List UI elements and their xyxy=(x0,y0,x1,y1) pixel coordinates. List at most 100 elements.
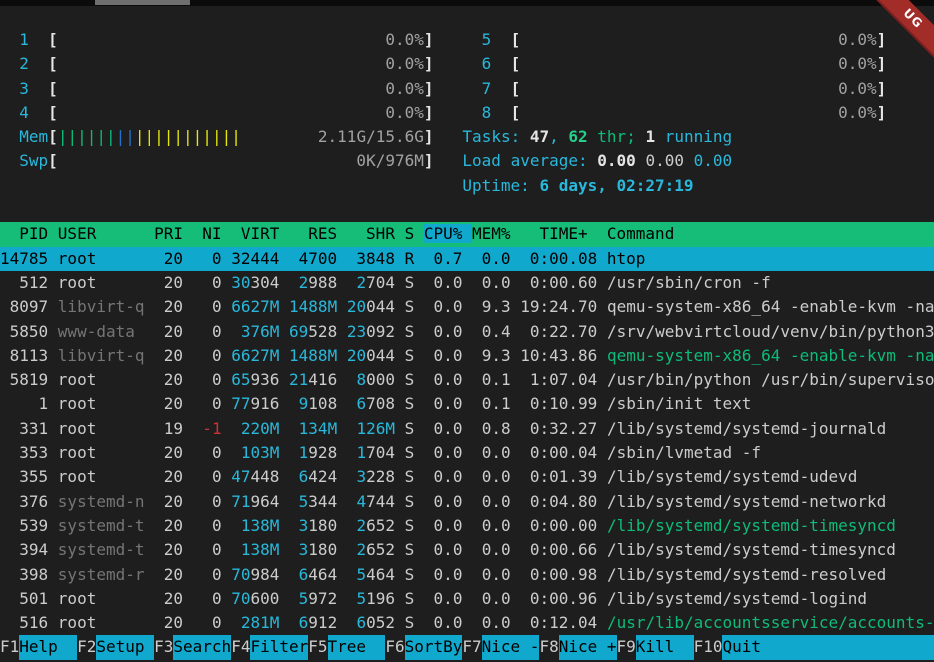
fkey-f4-filter[interactable]: Filter xyxy=(250,635,308,659)
meter-bracket: ] xyxy=(424,151,434,170)
column-header-time[interactable]: TIME+ xyxy=(520,224,607,243)
column-header-ni[interactable]: NI xyxy=(193,224,232,243)
memory-value: 744 xyxy=(366,492,395,511)
fkey-f7-key[interactable]: F7 xyxy=(462,637,481,656)
process-nice: 0 xyxy=(193,589,222,608)
memory-value-mb: 6 xyxy=(347,613,366,632)
process-stats: S 0.0 0.0 0:00.66 xyxy=(395,540,607,559)
cpu-meter-label: 4 xyxy=(19,103,29,122)
process-priority: 19 xyxy=(145,419,193,438)
text-segment xyxy=(337,346,347,365)
memory-value-mb: 2 xyxy=(347,540,366,559)
process-command: qemu-system-x86_64 -enable-kvm -na xyxy=(607,297,934,316)
process-row-text: 14785 root 20 0 32444 4700 3848 R 0.7 0.… xyxy=(0,249,645,268)
meter-bracket: [ xyxy=(511,103,521,122)
process-row[interactable]: 398 systemd-r 20 0 70984 6464 5464 S 0.0… xyxy=(0,563,934,587)
fkey-f5-tree[interactable]: Tree xyxy=(328,635,386,659)
process-pid: 8097 xyxy=(0,297,58,316)
window-tab-fragment[interactable] xyxy=(95,0,190,5)
memory-value-mb: 3 xyxy=(289,540,308,559)
process-command: /lib/systemd/systemd-resolved xyxy=(607,565,886,584)
fkey-f5-key[interactable]: F5 xyxy=(308,637,327,656)
meter-bracket: [ xyxy=(48,103,58,122)
process-row[interactable]: 355 root 20 0 47448 6424 3228 S 0.0 0.0 … xyxy=(0,465,934,489)
process-row[interactable]: 1 root 20 0 77916 9108 6708 S 0.0 0.1 0:… xyxy=(0,392,934,416)
process-user: root xyxy=(58,394,145,413)
column-header-s[interactable]: S xyxy=(405,224,424,243)
cpu-meter-value: 0.0% xyxy=(58,79,424,98)
fkey-f1-help[interactable]: Help xyxy=(19,635,77,659)
fkey-f10-quit[interactable]: Quit xyxy=(722,635,934,659)
process-stats: S 0.0 0.0 0:00.60 xyxy=(395,273,607,292)
process-nice: 0 xyxy=(193,443,222,462)
fkey-f4-key[interactable]: F4 xyxy=(231,637,250,656)
swap-meter-label: Swp xyxy=(19,151,48,170)
column-header-shr[interactable]: SHR xyxy=(347,224,405,243)
process-pid: 501 xyxy=(0,589,58,608)
text-segment xyxy=(337,492,347,511)
process-priority: 20 xyxy=(145,346,193,365)
fkey-f9-key[interactable]: F9 xyxy=(617,637,636,656)
text-segment xyxy=(337,419,347,438)
fkey-f2-setup[interactable]: Setup xyxy=(96,635,154,659)
process-user: root xyxy=(58,467,145,486)
process-row[interactable]: 539 systemd-t 20 0 138M 3180 2652 S 0.0 … xyxy=(0,514,934,538)
column-header-pri[interactable]: PRI xyxy=(154,224,193,243)
process-nice: 0 xyxy=(193,346,222,365)
fkey-f3-key[interactable]: F3 xyxy=(154,637,173,656)
meter-bracket: [ xyxy=(48,79,58,98)
process-row[interactable]: 376 systemd-n 20 0 71964 5344 4744 S 0.0… xyxy=(0,490,934,514)
process-priority: 20 xyxy=(145,443,193,462)
process-command: /sbin/init text xyxy=(607,394,752,413)
column-header-mem[interactable]: MEM% xyxy=(472,224,520,243)
column-header-command[interactable]: Command xyxy=(607,224,674,243)
memory-value-mb: 21 xyxy=(289,370,308,389)
fkey-f6-key[interactable]: F6 xyxy=(385,637,404,656)
process-row[interactable]: 512 root 20 0 30304 2988 2704 S 0.0 0.0 … xyxy=(0,271,934,295)
mem-meter-value: 2.11G/15.6G xyxy=(241,127,424,146)
process-row[interactable]: 5850 www-data 20 0 376M 69528 23092 S 0.… xyxy=(0,320,934,344)
memory-value-mb: 20 xyxy=(347,346,366,365)
memory-value: 044 xyxy=(366,346,395,365)
process-user: root xyxy=(58,443,145,462)
process-command: /lib/systemd/systemd-timesyncd xyxy=(607,540,896,559)
process-row[interactable]: 394 systemd-t 20 0 138M 3180 2652 S 0.0 … xyxy=(0,538,934,562)
process-row-selected[interactable]: 14785 root 20 0 32444 4700 3848 R 0.7 0.… xyxy=(0,247,934,271)
meter-bracket: ] xyxy=(877,103,887,122)
process-row[interactable]: 8097 libvirt-q 20 0 6627M 1488M 20044 S … xyxy=(0,295,934,319)
process-user: systemd-n xyxy=(58,492,145,511)
process-command: /lib/systemd/systemd-udevd xyxy=(607,467,857,486)
column-header-pid[interactable]: PID xyxy=(0,224,58,243)
process-row[interactable]: 353 root 20 0 103M 1928 1704 S 0.0 0.0 0… xyxy=(0,441,934,465)
text-segment xyxy=(337,322,347,341)
fkey-f8-key[interactable]: F8 xyxy=(539,637,558,656)
text-segment xyxy=(434,79,463,98)
column-header-res[interactable]: RES xyxy=(289,224,347,243)
fkey-f8-nice[interactable]: Nice + xyxy=(559,635,617,659)
text-segment xyxy=(636,151,646,170)
process-row[interactable]: 331 root 19 -1 220M 134M 126M S 0.0 0.8 … xyxy=(0,417,934,441)
column-header-cpu[interactable]: CPU% xyxy=(424,224,472,243)
process-row[interactable]: 501 root 20 0 70600 5972 5196 S 0.0 0.0 … xyxy=(0,587,934,611)
process-row[interactable]: 5819 root 20 0 65936 21416 8000 S 0.0 0.… xyxy=(0,368,934,392)
text-segment xyxy=(279,370,289,389)
fkey-f1-key[interactable]: F1 xyxy=(0,637,19,656)
swap-meter: Swp[ 0K/976M] xyxy=(0,151,434,170)
fkey-f2-key[interactable]: F2 xyxy=(77,637,96,656)
process-row[interactable]: 516 root 20 0 281M 6912 6052 S 0.0 0.0 0… xyxy=(0,611,934,635)
fkey-f3-search[interactable]: Search xyxy=(173,635,231,659)
column-header-virt[interactable]: VIRT xyxy=(231,224,289,243)
fkey-f6-sortby[interactable]: SortBy xyxy=(405,635,463,659)
fkey-f7-nice[interactable]: Nice - xyxy=(482,635,540,659)
text-segment xyxy=(279,467,289,486)
fkey-f9-kill[interactable]: Kill xyxy=(636,635,694,659)
process-user: root xyxy=(58,419,145,438)
process-row[interactable]: 8113 libvirt-q 20 0 6627M 1488M 20044 S … xyxy=(0,344,934,368)
load-average-1min: 0.00 xyxy=(597,151,636,170)
process-user: root xyxy=(58,589,145,608)
process-priority: 20 xyxy=(145,565,193,584)
fkey-f10-key[interactable]: F10 xyxy=(694,637,723,656)
column-header-user[interactable]: USER xyxy=(58,224,154,243)
process-stats: S 0.0 0.8 0:32.27 xyxy=(395,419,607,438)
memory-value: 704 xyxy=(366,273,395,292)
